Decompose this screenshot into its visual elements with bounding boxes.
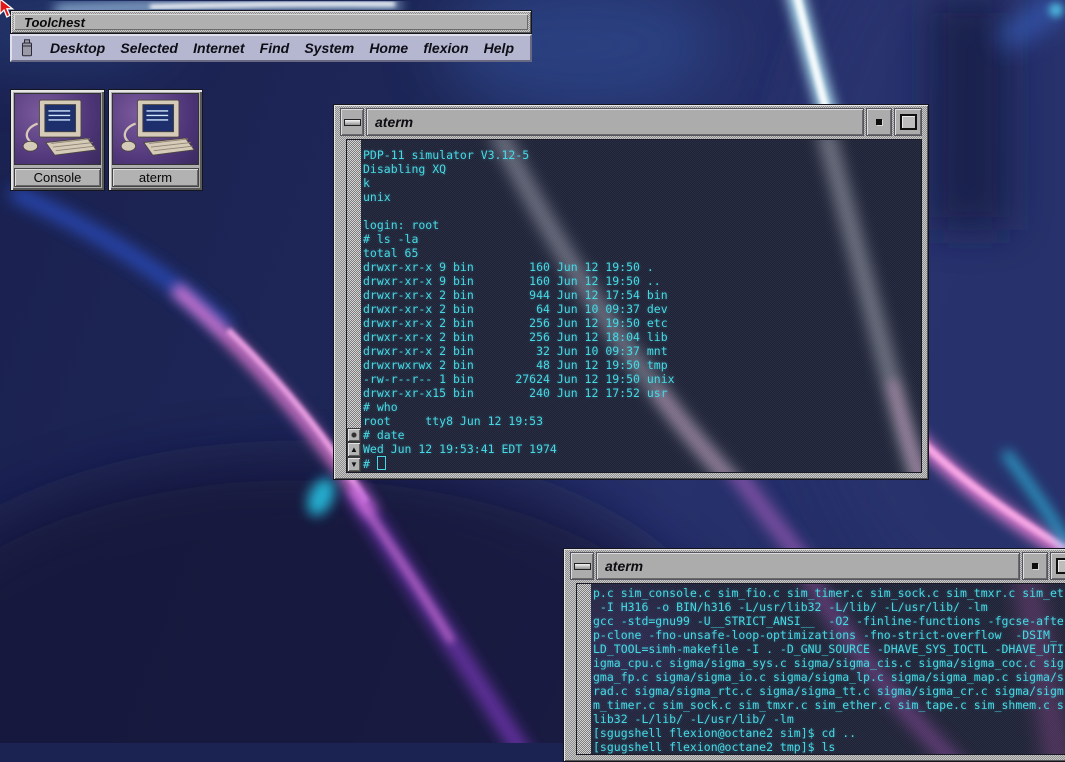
toolchest-menu-items: Desktop Selected Internet Find System Ho… [50,40,514,56]
terminal-line: lib32 -L/lib/ -L/usr/lib/ -lm [593,712,1065,726]
terminal-line [363,204,921,218]
window-menu-button[interactable] [866,108,892,136]
maximize-icon [1056,558,1065,574]
desktop-icon-label: Console [14,168,101,187]
terminal-line: login: root [363,218,921,232]
scroll-down-arrow-icon[interactable]: ▼ [347,457,361,472]
maximize-button[interactable] [1050,552,1065,580]
terminal-line: m_timer.c sim_sock.c sim_tmxr.c sim_ethe… [593,698,1065,712]
terminal-text-area[interactable]: PDP-11 simulator V3.12-5Disabling XQkuni… [361,140,921,472]
aterm-computer-icon [112,93,199,165]
window-menu-button[interactable] [1022,552,1048,580]
minimize-button[interactable] [340,108,364,136]
terminal-line: unix [363,190,921,204]
main-terminal-window: aterm ▲ ▼ PDP-11 simulator V3.12-5Disabl… [333,104,929,480]
menu-item-find[interactable]: Find [260,40,290,56]
bottom-terminal-window: aterm p.c sim_console.c sim_fio.c sim_ti… [563,548,1065,762]
terminal-line: Disabling XQ [363,162,921,176]
terminal-line: -rw-r--r-- 1 bin 27624 Jun 12 19:50 unix [363,372,921,386]
terminal-line: [sgugshell flexion@octane2 sim]$ cd .. [593,726,1065,740]
window-menu-dot-icon [876,119,882,125]
toolchest-jar-icon [20,39,34,57]
terminal-line: -I H316 -o BIN/h316 -L/usr/lib32 -L/lib/… [593,600,1065,614]
minimize-button[interactable] [570,552,594,580]
terminal-line: root tty8 Jun 12 19:53 [363,414,921,428]
scrollbar-track[interactable]: ▲ ▼ [347,140,361,472]
desktop-icon-label: aterm [112,168,199,187]
terminal-line: drwxr-xr-x 2 bin 256 Jun 12 19:50 etc [363,316,921,330]
terminal-line: # ls -la [363,232,921,246]
terminal-line: gcc -std=gnu99 -U__STRICT_ANSI__ -O2 -fi… [593,614,1065,628]
toolchest-title: Toolchest [24,15,85,30]
menu-item-selected[interactable]: Selected [120,40,178,56]
terminal-line: rad.c sigma/sigma_rtc.c sigma/sigma_tt.c… [593,684,1065,698]
toolchest-window: Toolchest Desktop Selected Internet Find… [10,10,532,62]
terminal-lines: PDP-11 simulator V3.12-5Disabling XQkuni… [363,148,921,456]
terminal-line: drwxr-xr-x 9 bin 160 Jun 12 19:50 .. [363,274,921,288]
menu-item-internet[interactable]: Internet [193,40,244,56]
terminal-line: drwxr-xr-x15 bin 240 Jun 12 17:52 usr [363,386,921,400]
menu-item-flexion[interactable]: flexion [423,40,468,56]
menu-item-desktop[interactable]: Desktop [50,40,105,56]
scroll-up-arrow-icon[interactable]: ▲ [347,442,361,457]
terminal-line: p-clone -fno-unsafe-loop-optimizations -… [593,628,1065,642]
window-menu-dot-icon [1032,563,1038,569]
terminal-line: gma_fp.c sigma/sigma_io.c sigma/sigma_lp… [593,670,1065,684]
toolchest-titlebar[interactable]: Toolchest [10,10,532,34]
text-cursor [377,456,386,470]
terminal-line: p.c sim_console.c sim_fio.c sim_timer.c … [593,586,1065,600]
window-title: aterm [596,552,1020,580]
desktop-icon-console[interactable]: Console [10,89,105,191]
terminal-line: k [363,176,921,190]
terminal-line: igma_cpu.c sigma/sigma_sys.c sigma/sigma… [593,656,1065,670]
main-terminal-content[interactable]: ▲ ▼ PDP-11 simulator V3.12-5Disabling XQ… [346,139,922,473]
terminal-line: drwxr-xr-x 2 bin 256 Jun 12 18:04 lib [363,330,921,344]
mouse-cursor-icon [0,0,19,19]
minimize-icon [574,563,591,570]
terminal-line: total 65 [363,246,921,260]
scrollbar-track[interactable] [577,584,591,754]
prompt-line: # [363,456,921,470]
terminal-line: # date [363,428,921,442]
desktop-icon-aterm[interactable]: aterm [108,89,203,191]
terminal-line: drwxr-xr-x 2 bin 32 Jun 10 09:37 mnt [363,344,921,358]
terminal-line: drwxr-xr-x 2 bin 64 Jun 10 09:37 dev [363,302,921,316]
terminal-text-area[interactable]: p.c sim_console.c sim_fio.c sim_timer.c … [591,584,1065,754]
minimize-icon [344,119,361,126]
terminal-line: drwxr-xr-x 9 bin 160 Jun 12 19:50 . [363,260,921,274]
bottom-terminal-content[interactable]: p.c sim_console.c sim_fio.c sim_timer.c … [576,583,1065,755]
menu-item-help[interactable]: Help [484,40,514,56]
terminal-line: PDP-11 simulator V3.12-5 [363,148,921,162]
terminal-line: drwxrwxrwx 2 bin 48 Jun 12 19:50 tmp [363,358,921,372]
scrollbar-thumb[interactable] [347,428,361,442]
terminal-line: # who [363,400,921,414]
main-terminal-titlebar[interactable]: aterm [340,108,922,136]
menu-item-system[interactable]: System [304,40,354,56]
terminal-lines: p.c sim_console.c sim_fio.c sim_timer.c … [593,586,1065,754]
terminal-line: Wed Jun 12 19:53:41 EDT 1974 [363,442,921,456]
console-computer-icon [14,93,101,165]
terminal-line: LD_TOOL=simh-makefile -I . -D_GNU_SOURCE… [593,642,1065,656]
maximize-icon [900,114,917,130]
window-title: aterm [366,108,864,136]
bottom-terminal-titlebar[interactable]: aterm [570,552,1065,580]
menu-item-home[interactable]: Home [369,40,408,56]
terminal-line: [sgugshell flexion@octane2 tmp]$ ls [593,740,1065,754]
terminal-line: drwxr-xr-x 2 bin 944 Jun 12 17:54 bin [363,288,921,302]
toolchest-menubar: Desktop Selected Internet Find System Ho… [10,34,532,62]
maximize-button[interactable] [894,108,922,136]
